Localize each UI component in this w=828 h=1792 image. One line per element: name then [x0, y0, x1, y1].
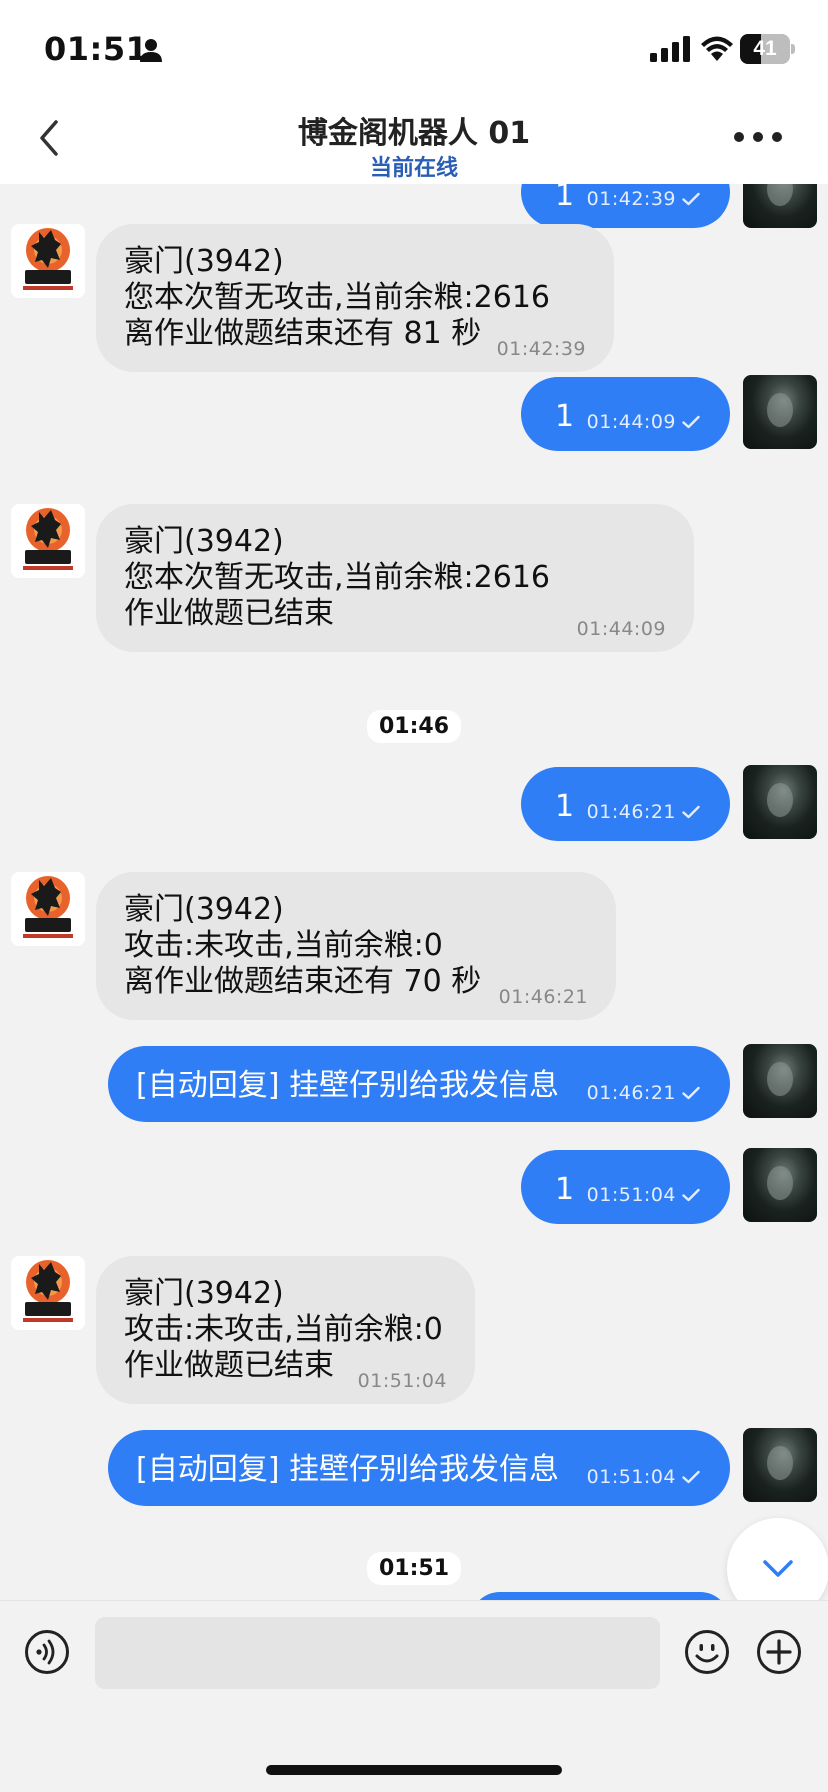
- message-line: 您本次暂无攻击,当前余粮:2616: [124, 280, 550, 315]
- plus-icon: [757, 1630, 801, 1674]
- check-icon: [682, 805, 700, 819]
- message-text: [自动回复] 挂壁仔别给我发信息: [136, 1452, 559, 1487]
- timestamp-text: 01:46:21: [586, 1082, 676, 1104]
- outgoing-message[interactable]: 1 01:42:39: [521, 184, 730, 228]
- avatar-self[interactable]: [743, 184, 817, 228]
- avatar-self[interactable]: [743, 1148, 817, 1222]
- message-text: 豪门(3942) 攻击:未攻击,当前余粮:0 离作业做题结束还有 70 秒: [124, 892, 481, 1000]
- message-text: 1: [555, 1172, 575, 1207]
- message-text: 豪门(3942) 您本次暂无攻击,当前余粮:2616 离作业做题结束还有 81 秒: [124, 244, 550, 352]
- message-text: 1: [555, 789, 575, 824]
- date-separator: 01:46: [0, 710, 828, 743]
- message-timestamp: 01:51:04: [587, 1466, 700, 1488]
- message-list[interactable]: 1 01:42:39 豪门(3942) 您本次暂无攻击,当前余粮:2616 离作业做题结…: [0, 184, 828, 1600]
- incoming-message[interactable]: 豪门(3942) 攻击:未攻击,当前余粮:0 离作业做题结束还有 70 秒 01:46…: [96, 872, 616, 1020]
- message-timestamp: 01:42:39: [497, 338, 586, 360]
- message-text: 1: [555, 399, 575, 434]
- timestamp-text: 01:51:04: [357, 1370, 447, 1392]
- timestamp-text: 01:44:09: [576, 618, 666, 640]
- outgoing-message[interactable]: [自动回复] 挂壁仔别给我发信息 01:46:21: [108, 1046, 730, 1122]
- message-line: 攻击:未攻击,当前余粮:0: [124, 1312, 443, 1347]
- avatar-self[interactable]: [743, 375, 817, 449]
- input-bar: [0, 1600, 828, 1792]
- avatar-bot[interactable]: [11, 504, 85, 578]
- timestamp-text: 01:46:21: [586, 801, 676, 823]
- bot-logo: [23, 876, 73, 938]
- status-time: 01:51: [44, 30, 149, 68]
- outgoing-message[interactable]: 1 01:44:09: [521, 377, 730, 451]
- incoming-message[interactable]: 豪门(3942) 攻击:未攻击,当前余粮:0 作业做题已结束 01:51:04: [96, 1256, 475, 1404]
- more-button[interactable]: [734, 122, 784, 152]
- timestamp-text: 01:51:04: [586, 1184, 676, 1206]
- message-line: 攻击:未攻击,当前余粮:0: [124, 928, 443, 963]
- timestamp-text: 01:44:09: [586, 411, 676, 433]
- outgoing-message-partial[interactable]: [470, 1592, 730, 1600]
- outgoing-message[interactable]: [自动回复] 挂壁仔别给我发信息 01:51:04: [108, 1430, 730, 1506]
- avatar-bot[interactable]: [11, 1256, 85, 1330]
- emoji-icon: [685, 1630, 729, 1674]
- message-text: 豪门(3942) 您本次暂无攻击,当前余粮:2616 作业做题已结束: [124, 524, 550, 632]
- message-timestamp: 01:51:04: [358, 1370, 447, 1392]
- wifi-icon: [701, 36, 733, 61]
- message-line: 豪门(3942): [124, 524, 284, 559]
- message-timestamp: 01:44:09: [587, 411, 700, 433]
- voice-button[interactable]: [24, 1629, 70, 1675]
- chat-header: 博金阁机器人 01 当前在线: [0, 100, 828, 184]
- check-icon: [682, 1086, 700, 1100]
- message-timestamp: 01:51:04: [587, 1184, 700, 1206]
- home-indicator: [266, 1765, 562, 1775]
- message-line: 豪门(3942): [124, 892, 284, 927]
- message-text: 1: [555, 184, 575, 213]
- message-line: 离作业做题结束还有 81 秒: [124, 316, 482, 351]
- check-icon: [682, 1188, 700, 1202]
- message-line: 您本次暂无攻击,当前余粮:2616: [124, 560, 550, 595]
- timestamp-text: 01:42:39: [586, 188, 676, 210]
- timestamp-text: 01:51:04: [586, 1466, 676, 1488]
- check-icon: [682, 415, 700, 429]
- timestamp-text: 01:46:21: [498, 986, 588, 1008]
- battery-indicator: 41: [740, 34, 795, 64]
- message-text: [自动回复] 挂壁仔别给我发信息: [136, 1068, 559, 1103]
- more-icon: [734, 132, 744, 142]
- message-line: 豪门(3942): [124, 244, 284, 279]
- message-line: 作业做题已结束: [124, 596, 334, 631]
- person-icon: [140, 39, 162, 62]
- message-input[interactable]: [95, 1617, 660, 1689]
- message-line: 豪门(3942): [124, 1276, 284, 1311]
- incoming-message[interactable]: 豪门(3942) 您本次暂无攻击,当前余粮:2616 作业做题已结束 01:44:09: [96, 504, 694, 652]
- message-timestamp: 01:44:09: [577, 618, 666, 640]
- separator-time: 01:51: [366, 1552, 462, 1585]
- avatar-self[interactable]: [743, 1428, 817, 1502]
- avatar-bot[interactable]: [11, 872, 85, 946]
- message-timestamp: 01:46:21: [587, 801, 700, 823]
- chat-title: 博金阁机器人 01: [297, 116, 531, 151]
- voice-icon: [25, 1630, 69, 1674]
- emoji-button[interactable]: [684, 1629, 730, 1675]
- separator-time: 01:46: [366, 710, 462, 743]
- message-timestamp: 01:46:21: [499, 986, 588, 1008]
- message-timestamp: 01:42:39: [587, 188, 700, 210]
- bot-logo: [23, 508, 73, 570]
- bot-logo: [23, 1260, 73, 1322]
- battery-percent: 41: [753, 37, 777, 60]
- timestamp-text: 01:42:39: [496, 338, 586, 360]
- avatar-bot[interactable]: [11, 224, 85, 298]
- message-timestamp: 01:46:21: [587, 1082, 700, 1104]
- message-line: 离作业做题结束还有 70 秒: [124, 964, 482, 999]
- incoming-message[interactable]: 豪门(3942) 您本次暂无攻击,当前余粮:2616 离作业做题结束还有 81 秒0…: [96, 224, 614, 372]
- message-text: 豪门(3942) 攻击:未攻击,当前余粮:0 作业做题已结束: [124, 1276, 443, 1384]
- outgoing-message[interactable]: 1 01:46:21: [521, 767, 730, 841]
- avatar-self[interactable]: [743, 1044, 817, 1118]
- chevron-down-icon: [763, 1560, 793, 1577]
- date-separator: 01:51: [0, 1552, 828, 1585]
- online-status: 当前在线: [369, 156, 458, 181]
- bot-logo: [23, 228, 73, 290]
- check-icon: [682, 1470, 700, 1484]
- status-bar: 01:51 41: [0, 0, 828, 100]
- plus-button[interactable]: [756, 1629, 802, 1675]
- signal-icon: [650, 36, 690, 62]
- avatar-self[interactable]: [743, 765, 817, 839]
- outgoing-message[interactable]: 1 01:51:04: [521, 1150, 730, 1224]
- check-icon: [682, 192, 700, 206]
